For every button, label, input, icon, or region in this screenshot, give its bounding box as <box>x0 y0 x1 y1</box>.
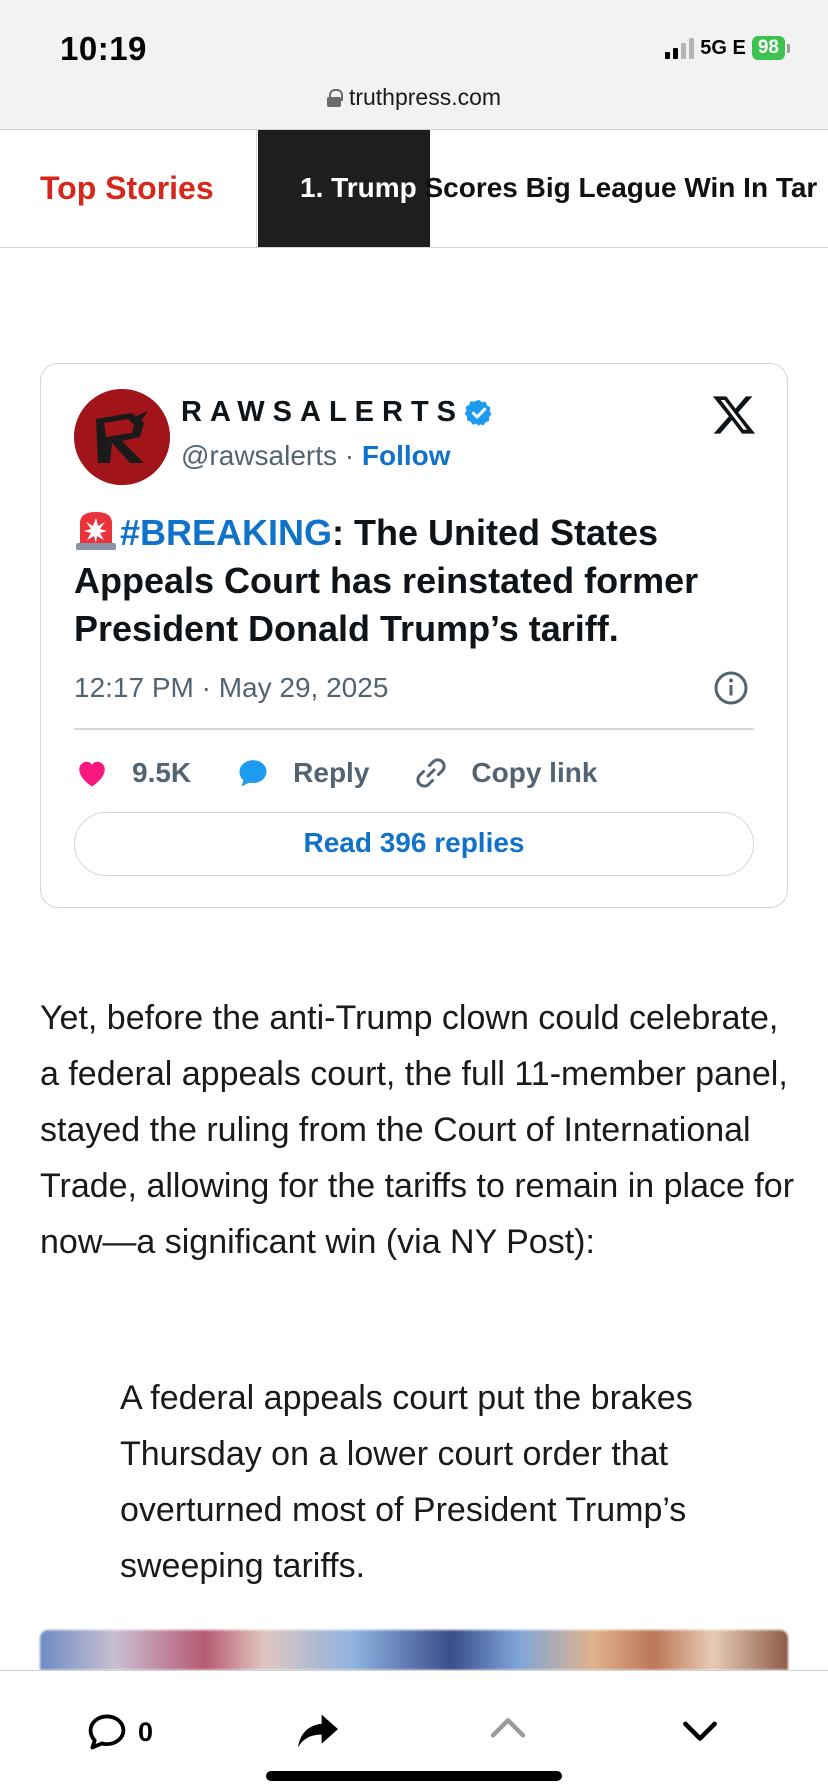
address-bar[interactable]: truthpress.com <box>0 84 828 111</box>
comments-button[interactable]: 0 <box>86 1713 153 1751</box>
copy-link-label: Copy link <box>471 757 598 788</box>
tweet-text: #BREAKING: The United States Appeals Cou… <box>74 509 764 653</box>
embedded-tweet[interactable]: RAWSALERTS @rawsalerts · Follow #BREAKIN… <box>40 363 788 908</box>
tweet-timestamp[interactable]: 12:17 PM · May 29, 2025 <box>74 672 388 704</box>
tweet-divider <box>74 728 754 730</box>
bottom-toolbar: 0 <box>0 1670 828 1792</box>
link-icon <box>416 758 446 788</box>
url-text: truthpress.com <box>348 84 502 110</box>
info-icon[interactable] <box>713 670 749 706</box>
tweet-author-name[interactable]: RAWSALERTS <box>181 396 494 429</box>
share-icon[interactable] <box>296 1711 340 1751</box>
ticker-divider <box>256 130 257 247</box>
x-logo-icon[interactable] <box>711 392 757 438</box>
read-replies-button[interactable]: Read 396 replies <box>74 812 754 876</box>
avatar[interactable] <box>74 389 170 485</box>
signal-icon <box>665 37 695 59</box>
ticker-headline-text: Scores Big League Win In Tar <box>424 172 818 203</box>
battery-tip <box>787 43 790 53</box>
browser-chrome: 10:19 5G E 98 truthpress.com <box>0 0 828 130</box>
siren-emoji-icon <box>76 512 116 550</box>
handle-separator: · <box>337 440 362 471</box>
lock-icon <box>326 88 343 107</box>
home-indicator[interactable] <box>266 1771 562 1781</box>
copy-link-button[interactable]: Copy link <box>413 755 597 791</box>
comment-count: 0 <box>138 1716 154 1747</box>
rawsalerts-logo-icon <box>74 389 170 485</box>
tweet-handle[interactable]: @rawsalerts <box>181 440 337 471</box>
reply-button[interactable]: Reply <box>235 755 369 791</box>
top-stories-ticker: Top Stories 1. Trump Scores Big League W… <box>0 130 828 248</box>
chevron-down-icon[interactable] <box>680 1719 720 1745</box>
comment-icon <box>88 1714 126 1750</box>
network-label: 5G E <box>700 36 746 59</box>
article-paragraph: Yet, before the anti-Trump clown could c… <box>40 999 795 1261</box>
reply-bubble-icon <box>239 760 267 787</box>
hashtag-link[interactable]: #BREAKING <box>120 512 332 553</box>
battery-icon: 98 <box>751 36 785 60</box>
heart-icon <box>79 761 105 787</box>
reply-label: Reply <box>293 757 370 788</box>
tweet-handle-row: @rawsalerts · Follow <box>181 440 451 472</box>
status-indicators: 5G E 98 <box>665 36 790 60</box>
ticker-headline-link[interactable]: 1. Trump Scores Big League Win In Tar <box>300 172 817 204</box>
verified-badge-icon <box>464 399 492 426</box>
like-button[interactable]: 9.5K <box>74 755 191 791</box>
article-photo[interactable] <box>40 1630 788 1670</box>
ticker-headline-number: 1. Trump <box>300 172 425 203</box>
article-blockquote: A federal appeals court put the brakes T… <box>120 1379 693 1585</box>
status-time: 10:19 <box>60 30 147 67</box>
top-stories-label: Top Stories <box>40 170 214 206</box>
tweet-actions: 9.5K Reply Copy link <box>74 751 641 795</box>
follow-button[interactable]: Follow <box>362 440 451 471</box>
chevron-up-icon[interactable] <box>488 1713 528 1741</box>
like-count: 9.5K <box>132 757 192 788</box>
display-name: RAWSALERTS <box>181 396 464 428</box>
